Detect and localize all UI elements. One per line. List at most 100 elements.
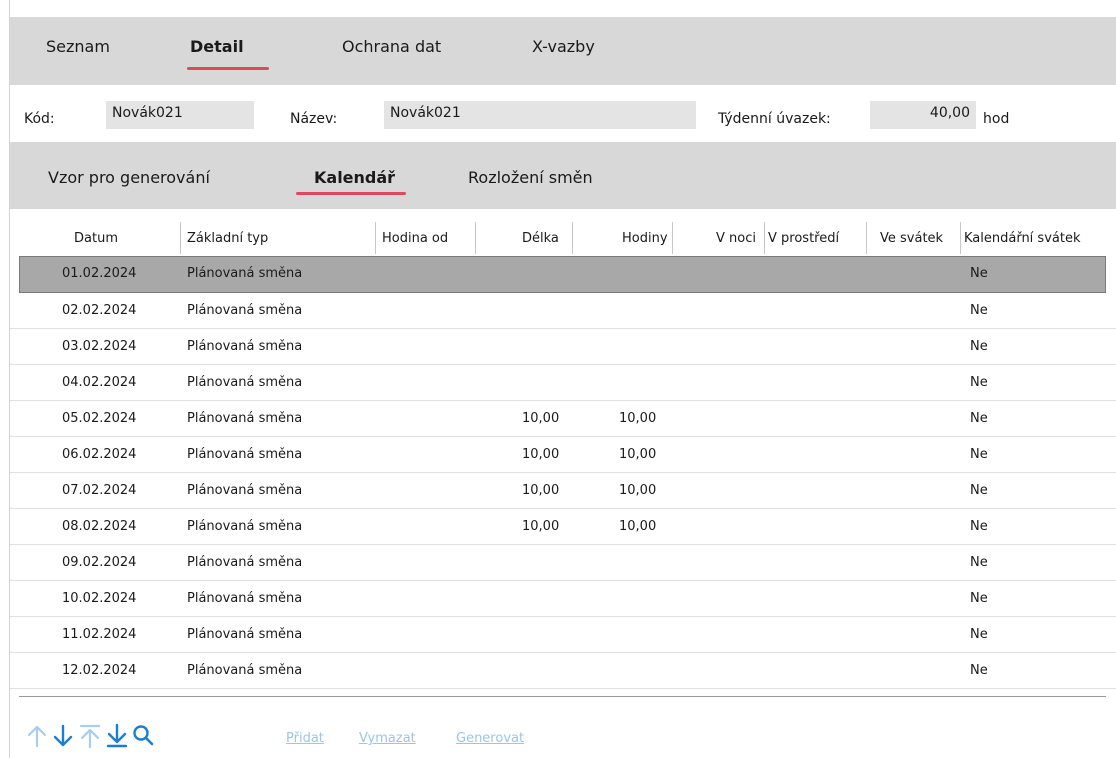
uvazek-label: Týdenní úvazek: [718, 111, 831, 127]
cell-hodiny: 10,00 [619, 411, 657, 426]
cell-zakladni-typ: Plánovaná směna [187, 483, 303, 498]
table-row[interactable]: 01.02.2024 Plánovaná směna Ne [19, 256, 1106, 293]
table-row[interactable]: 09.02.2024 Plánovaná směna Ne [10, 545, 1116, 581]
table-row[interactable]: 02.02.2024 Plánovaná směna Ne [10, 293, 1116, 329]
cell-delka: 10,00 [522, 411, 560, 426]
sub-tab-bar: Vzor pro generování Kalendář Rozložení s… [10, 142, 1116, 209]
col-separator[interactable] [672, 222, 673, 254]
col-separator[interactable] [572, 222, 573, 254]
cell-datum: 02.02.2024 [62, 303, 137, 318]
cell-kalendarni-svatek: Ne [970, 627, 988, 642]
cell-datum: 12.02.2024 [62, 663, 137, 678]
cell-zakladni-typ: Plánovaná směna [187, 411, 303, 426]
calendar-grid: Datum Základní typ Hodina od Délka Hodin… [10, 222, 1116, 689]
grid-header: Datum Základní typ Hodina od Délka Hodin… [10, 222, 1116, 256]
nazev-field[interactable]: Novák021 [384, 101, 696, 129]
tab-x-vazby[interactable]: X-vazby [532, 37, 595, 56]
header-fields: Kód: Novák021 Název: Novák021 Týdenní úv… [10, 85, 1116, 142]
cell-datum: 07.02.2024 [62, 483, 137, 498]
arrow-down-icon[interactable] [52, 723, 74, 749]
col-separator[interactable] [180, 222, 181, 254]
grid-bottom-border [19, 696, 1106, 697]
cell-datum: 05.02.2024 [62, 411, 137, 426]
tab-detail[interactable]: Detail [190, 37, 244, 56]
cell-zakladni-typ: Plánovaná směna [187, 447, 303, 462]
cell-zakladni-typ: Plánovaná směna [187, 591, 303, 606]
col-kalendarni-svatek[interactable]: Kalendářní svátek [964, 231, 1081, 246]
arrow-to-bottom-icon[interactable] [106, 723, 128, 749]
tab-detail-underline [187, 67, 269, 70]
main-tab-bar: Seznam Detail Ochrana dat X-vazby [10, 17, 1116, 85]
uvazek-field[interactable]: 40,00 [870, 101, 976, 129]
generovat-button[interactable]: Generovat [456, 731, 524, 746]
arrow-up-icon[interactable] [26, 723, 48, 749]
cell-zakladni-typ: Plánovaná směna [187, 266, 303, 281]
cell-delka: 10,00 [522, 519, 560, 534]
grid-body: 01.02.2024 Plánovaná směna Ne 02.02.2024 Plá… [10, 256, 1116, 689]
cell-delka: 10,00 [522, 447, 560, 462]
arrow-to-top-icon[interactable] [79, 723, 101, 749]
cell-kalendarni-svatek: Ne [970, 519, 988, 534]
tab-seznam[interactable]: Seznam [46, 37, 110, 56]
cell-datum: 10.02.2024 [62, 591, 137, 606]
cell-datum: 04.02.2024 [62, 375, 137, 390]
cell-kalendarni-svatek: Ne [970, 483, 988, 498]
table-row[interactable]: 06.02.2024 Plánovaná směna 10,00 10,00 Ne [10, 437, 1116, 473]
search-icon[interactable] [132, 723, 154, 749]
col-ve-svatek[interactable]: Ve svátek [880, 231, 943, 246]
cell-zakladni-typ: Plánovaná směna [187, 663, 303, 678]
table-row[interactable]: 03.02.2024 Plánovaná směna Ne [10, 329, 1116, 365]
cell-datum: 01.02.2024 [62, 266, 137, 281]
table-row[interactable]: 10.02.2024 Plánovaná směna Ne [10, 581, 1116, 617]
tab-kalendar[interactable]: Kalendář [314, 168, 395, 187]
cell-datum: 08.02.2024 [62, 519, 137, 534]
cell-kalendarni-svatek: Ne [970, 555, 988, 570]
table-row[interactable]: 12.02.2024 Plánovaná směna Ne [10, 653, 1116, 689]
window-left-edge [0, 0, 10, 758]
tab-rozlozeni-smen[interactable]: Rozložení směn [468, 168, 593, 187]
cell-kalendarni-svatek: Ne [970, 411, 988, 426]
table-row[interactable]: 08.02.2024 Plánovaná směna 10,00 10,00 Ne [10, 509, 1116, 545]
col-separator[interactable] [475, 222, 476, 254]
cell-kalendarni-svatek: Ne [970, 663, 988, 678]
cell-zakladni-typ: Plánovaná směna [187, 627, 303, 642]
cell-kalendarni-svatek: Ne [970, 266, 988, 281]
vymazat-button[interactable]: Vymazat [359, 731, 416, 746]
cell-zakladni-typ: Plánovaná směna [187, 303, 303, 318]
table-row[interactable]: 11.02.2024 Plánovaná směna Ne [10, 617, 1116, 653]
cell-kalendarni-svatek: Ne [970, 339, 988, 354]
pridat-button[interactable]: Přidat [286, 731, 324, 746]
cell-datum: 11.02.2024 [62, 627, 137, 642]
cell-hodiny: 10,00 [619, 519, 657, 534]
table-row[interactable]: 05.02.2024 Plánovaná směna 10,00 10,00 Ne [10, 401, 1116, 437]
cell-kalendarni-svatek: Ne [970, 303, 988, 318]
cell-kalendarni-svatek: Ne [970, 375, 988, 390]
cell-hodiny: 10,00 [619, 447, 657, 462]
cell-kalendarni-svatek: Ne [970, 591, 988, 606]
col-separator[interactable] [866, 222, 867, 254]
cell-datum: 09.02.2024 [62, 555, 137, 570]
grid-toolbar: Přidat Vymazat Generovat [26, 723, 586, 753]
tab-kalendar-underline [296, 192, 406, 195]
cell-zakladni-typ: Plánovaná směna [187, 555, 303, 570]
col-v-noci[interactable]: V noci [716, 231, 756, 246]
uvazek-unit: hod [983, 111, 1010, 127]
col-delka[interactable]: Délka [522, 231, 559, 246]
col-zakladni-typ[interactable]: Základní typ [187, 231, 268, 246]
table-row[interactable]: 04.02.2024 Plánovaná směna Ne [10, 365, 1116, 401]
col-hodiny[interactable]: Hodiny [622, 231, 668, 246]
cell-zakladni-typ: Plánovaná směna [187, 375, 303, 390]
col-hodina-od[interactable]: Hodina od [382, 231, 448, 246]
col-v-prostredi[interactable]: V prostředí [768, 231, 839, 246]
tab-ochrana-dat[interactable]: Ochrana dat [342, 37, 441, 56]
tab-vzor-pro-generovani[interactable]: Vzor pro generování [48, 168, 210, 187]
cell-hodiny: 10,00 [619, 483, 657, 498]
col-separator[interactable] [764, 222, 765, 254]
col-datum[interactable]: Datum [74, 231, 118, 246]
cell-zakladni-typ: Plánovaná směna [187, 519, 303, 534]
table-row[interactable]: 07.02.2024 Plánovaná směna 10,00 10,00 Ne [10, 473, 1116, 509]
col-separator[interactable] [960, 222, 961, 254]
col-separator[interactable] [375, 222, 376, 254]
cell-kalendarni-svatek: Ne [970, 447, 988, 462]
kod-field[interactable]: Novák021 [106, 101, 254, 129]
